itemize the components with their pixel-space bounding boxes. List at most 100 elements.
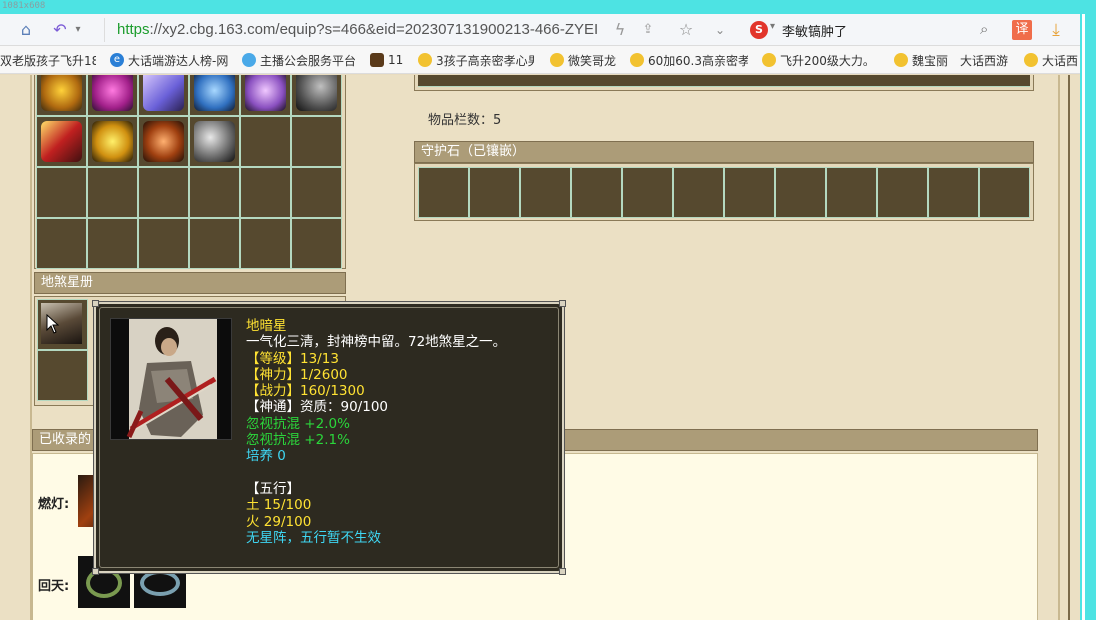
inventory-slot[interactable]: [291, 167, 342, 218]
share-icon[interactable]: ⇪: [638, 20, 658, 40]
inventory-slot[interactable]: [87, 75, 138, 116]
star-ignore-resist-1: 忽视抗混 +2.0%: [246, 415, 350, 432]
inventory-slot[interactable]: [138, 218, 189, 269]
download-icon[interactable]: ⤓: [1046, 20, 1066, 40]
ribbon-item-icon: [194, 121, 235, 162]
star-icon[interactable]: ☆: [676, 20, 696, 40]
inventory-slot[interactable]: [36, 218, 87, 269]
guard-stone-slot[interactable]: [724, 167, 775, 218]
claw-item-icon: [194, 75, 235, 111]
bookmark-item[interactable]: 大话西游: [960, 52, 1020, 68]
whip-item-icon: [296, 75, 337, 111]
duck-icon: [894, 53, 908, 67]
inventory-slot[interactable]: [87, 218, 138, 269]
inventory-slot[interactable]: [291, 75, 342, 116]
guard-stone-slot[interactable]: [520, 167, 571, 218]
collection-row-label: 回天:: [38, 579, 70, 594]
bookmark-item[interactable]: 主播公会服务平台: [242, 52, 362, 68]
guard-stone-slot[interactable]: [622, 167, 673, 218]
guard-stone-slot[interactable]: [775, 167, 826, 218]
inventory-slot[interactable]: [240, 167, 291, 218]
star-level: 【等级】13/13: [246, 350, 339, 367]
collection-row-label: 燃灯:: [38, 497, 70, 512]
inventory-slot[interactable]: [138, 116, 189, 167]
window-top-strip: 1081x608: [0, 0, 1096, 14]
chevron-down-icon[interactable]: ⌄: [710, 20, 730, 40]
home-icon[interactable]: ⌂: [16, 20, 36, 40]
star-description: 一气化三清，封神榜中留。72地煞星之一。: [246, 334, 507, 351]
flower-item-icon: [245, 75, 286, 111]
guard-stone-slot[interactable]: [418, 167, 469, 218]
wuxing-title: 【五行】: [246, 480, 300, 497]
duck-icon: [1024, 53, 1038, 67]
inventory-slot[interactable]: [36, 167, 87, 218]
inventory-slot[interactable]: [291, 116, 342, 167]
guard-stone-title: 守护石（已镶嵌）: [414, 141, 1034, 163]
inventory-slot[interactable]: [189, 75, 240, 116]
star-ignore-resist-2: 忽视抗混 +2.1%: [246, 432, 350, 449]
bookmark-item[interactable]: 双老版孩子飞升18: [0, 52, 96, 68]
star-tooltip: 地暗星 一气化三清，封神榜中留。72地煞星之一。 【等级】13/13 【神力】1…: [92, 300, 566, 575]
window-right-edge: [1080, 14, 1096, 620]
bookmark-item[interactable]: 微笑哥龙: [550, 52, 622, 68]
inventory-slot[interactable]: [36, 116, 87, 167]
inventory-slot[interactable]: [291, 218, 342, 269]
browser-toolbar: ⌂ ↶ ▾ https://xy2.cbg.163.com/equip?s=46…: [0, 14, 1080, 46]
guard-stone-slot[interactable]: [571, 167, 622, 218]
inventory-slot[interactable]: [189, 218, 240, 269]
bookmark-item[interactable]: e 大话端游达人榜-网: [110, 52, 228, 68]
inventory-slot[interactable]: [138, 167, 189, 218]
star-divine-power: 【神力】1/2600: [246, 366, 348, 383]
guard-stone-slot[interactable]: [673, 167, 724, 218]
cloud-icon: [242, 53, 256, 67]
inventory-slot[interactable]: [87, 167, 138, 218]
inventory-slot[interactable]: [240, 218, 291, 269]
inventory-slot[interactable]: [138, 75, 189, 116]
tooltip-text: 地暗星 一气化三清，封神榜中留。72地煞星之一。 【等级】13/13 【神力】1…: [246, 318, 556, 546]
pagoda-item-icon: [92, 121, 133, 162]
game-icon: [370, 53, 384, 67]
bookmarks-bar: 双老版孩子飞升18 e 大话端游达人榜-网 主播公会服务平台 11 3孩子高亲密孝…: [0, 46, 1080, 74]
search-query[interactable]: 李敏镐肿了: [782, 21, 847, 40]
bookmark-item[interactable]: 魏宝丽: [894, 52, 958, 68]
search-box[interactable]: S ▾ 李敏镐肿了 ⌕: [744, 18, 1006, 42]
inventory-slot[interactable]: [189, 116, 240, 167]
fire-item-icon: [41, 75, 82, 111]
inventory-slot[interactable]: [36, 75, 87, 116]
search-engine-icon[interactable]: S: [750, 21, 768, 39]
items-count-label: 物品栏数：5: [428, 113, 502, 128]
translate-button[interactable]: 译: [1012, 20, 1032, 40]
bookmark-item[interactable]: 60加60.3高亲密孝: [630, 52, 748, 68]
inventory-slot[interactable]: [189, 167, 240, 218]
chevron-down-icon[interactable]: ▾: [770, 21, 775, 32]
bookmark-item[interactable]: 3孩子高亲密孝心男: [418, 52, 534, 68]
bookmark-item[interactable]: 大话西: [1024, 52, 1080, 68]
inventory-slot[interactable]: [240, 75, 291, 116]
warrior-portrait: [110, 318, 232, 440]
guard-stone-slot[interactable]: [877, 167, 928, 218]
inventory-slot[interactable]: [240, 116, 291, 167]
lantern-item-icon: [92, 75, 133, 111]
inventory-slot[interactable]: [87, 116, 138, 167]
back-icon[interactable]: ↶: [50, 20, 70, 40]
url-scheme: https: [117, 21, 150, 38]
lightning-icon[interactable]: ϟ: [610, 20, 630, 40]
star-combat-power: 【战力】160/1300: [246, 383, 365, 400]
duck-icon: [630, 53, 644, 67]
mouse-cursor-icon: [46, 314, 60, 334]
star-book-slot[interactable]: [37, 350, 88, 401]
guard-stone-slot[interactable]: [928, 167, 979, 218]
guard-stone-slot[interactable]: [826, 167, 877, 218]
warrior-portrait-icon: [111, 319, 231, 439]
search-icon[interactable]: ⌕: [980, 20, 988, 38]
guard-stone-slot[interactable]: [469, 167, 520, 218]
dimension-tag: 1081x608: [2, 1, 46, 11]
star-name: 地暗星: [246, 318, 287, 334]
tablet-item-icon: [41, 121, 82, 162]
star-cultivation: 培养 0: [246, 448, 286, 465]
bookmark-item[interactable]: 11: [370, 52, 410, 68]
bookmark-item[interactable]: 飞升200级大力。: [762, 52, 880, 68]
star-book-slot[interactable]: [37, 299, 88, 350]
guard-stone-slot[interactable]: [979, 167, 1030, 218]
back-dropdown-icon[interactable]: ▾: [68, 20, 88, 40]
